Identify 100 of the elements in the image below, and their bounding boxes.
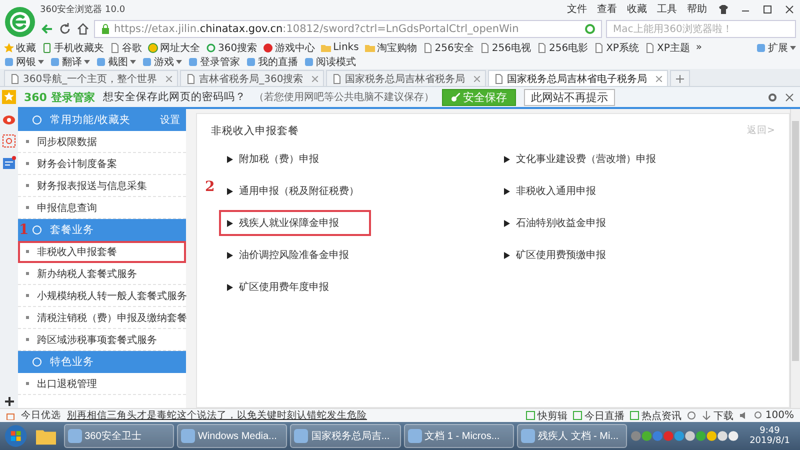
bookmark[interactable]: 256电视: [480, 41, 531, 54]
bookmark[interactable]: XP主题: [644, 41, 690, 54]
status-button[interactable]: 快剪辑: [526, 409, 568, 422]
bookmark[interactable]: 手机收藏夹: [42, 41, 104, 54]
declaration-link[interactable]: 矿区使用费年度申报: [221, 276, 359, 298]
page-icon: [644, 42, 655, 52]
declaration-link[interactable]: 文化事业建设费（营改增）申报: [498, 148, 686, 170]
dismiss-button[interactable]: 此网站不再提示: [524, 88, 615, 106]
declaration-link[interactable]: 矿区使用费预缴申报: [498, 244, 636, 266]
menu-item[interactable]: 新办纳税人套餐式服务: [18, 263, 186, 285]
triangle-icon: [227, 220, 233, 226]
taskbar-button[interactable]: 国家税务总局吉...: [290, 424, 401, 448]
menu-item[interactable]: 工具: [652, 2, 682, 16]
bookmark[interactable]: 淘宝购物: [364, 41, 417, 54]
bookmark[interactable]: 360搜索: [206, 41, 258, 54]
password-note: （若您使用网吧等公共电脑不建议保存）: [254, 90, 434, 104]
section-icon: [32, 225, 42, 235]
app-icon: [526, 411, 536, 420]
caret-icon[interactable]: [790, 46, 796, 50]
page-icon: [332, 74, 342, 84]
taskbar-button[interactable]: 360安全卫士: [64, 424, 174, 448]
bookmark[interactable]: »: [696, 41, 702, 54]
menu-item[interactable]: 非税收入申报套餐: [18, 241, 186, 263]
menu-item[interactable]: 帮助: [682, 2, 712, 16]
key-icon: [450, 92, 460, 102]
caret-icon[interactable]: [130, 60, 136, 64]
declaration-link[interactable]: 石油特别收益金申报: [498, 212, 636, 234]
app-icon: [630, 411, 640, 420]
app-icon: [573, 411, 582, 420]
brand-logo: 360 登录管家: [24, 90, 95, 104]
bookmark[interactable]: 收藏: [4, 41, 36, 54]
bookmark[interactable]: 谷歌: [110, 41, 142, 54]
menu-item[interactable]: 查看: [592, 2, 622, 16]
menu-item[interactable]: 文件: [562, 2, 592, 16]
card-icon[interactable]: [2, 156, 16, 170]
zoom-level[interactable]: 100%: [754, 409, 794, 422]
declaration-link[interactable]: 残疾人就业保障金申报: [221, 212, 369, 234]
bookmark[interactable]: 游戏中心: [263, 41, 316, 54]
star-icon: [4, 42, 14, 52]
search-field[interactable]: Mac上能用360浏览器啦！: [606, 20, 796, 38]
toolbar-button[interactable]: 游戏: [142, 55, 182, 68]
app-icon: [294, 429, 308, 443]
toolbar-button[interactable]: 网银: [4, 55, 44, 68]
start-button[interactable]: [4, 424, 28, 448]
close-icon[interactable]: [656, 76, 662, 82]
taskbar-button[interactable]: Windows Media...: [176, 424, 288, 448]
menu-item[interactable]: 收藏: [622, 2, 652, 16]
new-tab-button[interactable]: [670, 70, 690, 86]
declaration-link[interactable]: 油价调控风险准备金申报: [221, 244, 379, 266]
download-button[interactable]: 下载: [702, 409, 734, 422]
clock[interactable]: 9:49 2019/8/1: [744, 426, 796, 446]
bookmark[interactable]: XP系统: [594, 41, 639, 54]
star-icon[interactable]: [2, 90, 16, 104]
browser-tab[interactable]: 国家税务总局吉林省电子税务局: [488, 70, 668, 86]
bookmark[interactable]: 网址大全: [148, 41, 200, 54]
app-icon: [180, 429, 195, 443]
toolbar-button[interactable]: 登录管家: [188, 55, 240, 68]
menu-item[interactable]: 财务会计制度备案: [18, 153, 186, 175]
menu-item[interactable]: 财务报表报送与信息采集: [18, 175, 186, 197]
browser-tab[interactable]: 吉林省税务局_360搜索: [180, 70, 324, 86]
browser-tab[interactable]: 国家税务总局吉林省税务局: [326, 70, 486, 86]
taskbar-button[interactable]: 文档 1 - Micros...: [404, 424, 514, 448]
caret-icon[interactable]: [38, 60, 44, 64]
caret-icon[interactable]: [84, 60, 90, 64]
declaration-link[interactable]: 附加税（费）申报: [221, 148, 349, 170]
close-icon[interactable]: [785, 92, 794, 102]
refresh-icon[interactable]: [58, 22, 72, 36]
triangle-icon: [504, 252, 510, 258]
bookmark[interactable]: 256安全: [422, 41, 474, 54]
caret-icon[interactable]: [176, 60, 182, 64]
toolbar-button[interactable]: 翻译: [50, 55, 90, 68]
page-icon: [536, 42, 547, 52]
browser-tab[interactable]: 360导航_一个主页，整个世界: [4, 70, 178, 86]
toolbar-button[interactable]: 截图: [96, 55, 136, 68]
tray-icons-drawing[interactable]: [630, 430, 741, 442]
status-button[interactable]: 热点资讯: [630, 409, 682, 422]
daily-picks-label[interactable]: 今日优选: [21, 409, 61, 422]
scrollbar[interactable]: [790, 109, 800, 408]
settings-icon[interactable]: [768, 92, 777, 102]
section-icon: [32, 115, 42, 125]
toolbar-button[interactable]: 扩展: [756, 41, 796, 54]
status-button[interactable]: 今日直播: [573, 409, 624, 422]
address-field[interactable]: https://etax.jilin.chinatax.gov.cn:10812/sword?ctrl=LnGdsPortalCtrl_openWin: [94, 20, 602, 38]
page-icon: [110, 42, 120, 52]
menu-item[interactable]: 同步权限数据: [18, 131, 186, 153]
declaration-link[interactable]: 非税收入通用申报: [498, 180, 626, 202]
menu-item[interactable]: 清税注销税（费）申报及缴纳套餐: [18, 307, 186, 329]
page-icon: [594, 42, 604, 52]
bookmark[interactable]: 256电影: [536, 41, 588, 54]
bookmark[interactable]: Links: [321, 41, 359, 54]
add-icon[interactable]: [4, 397, 14, 406]
triangle-icon: [227, 188, 233, 194]
home-icon[interactable]: [76, 22, 90, 36]
menu-item[interactable]: 小规模纳税人转一般人套餐式服务: [18, 285, 186, 307]
toolbar-button[interactable]: 我的直播: [246, 55, 298, 68]
menu-item[interactable]: 出口退税管理: [18, 373, 186, 395]
news-link[interactable]: 别再相信三角头才是毒蛇这个说法了，以免关键时刻认错蛇发生危险: [67, 409, 367, 422]
triangle-icon: [227, 156, 233, 162]
taskbar-button[interactable]: 残疾人 文档 - Mi...: [517, 424, 628, 448]
toolbar-button[interactable]: 阅读模式: [304, 55, 356, 68]
